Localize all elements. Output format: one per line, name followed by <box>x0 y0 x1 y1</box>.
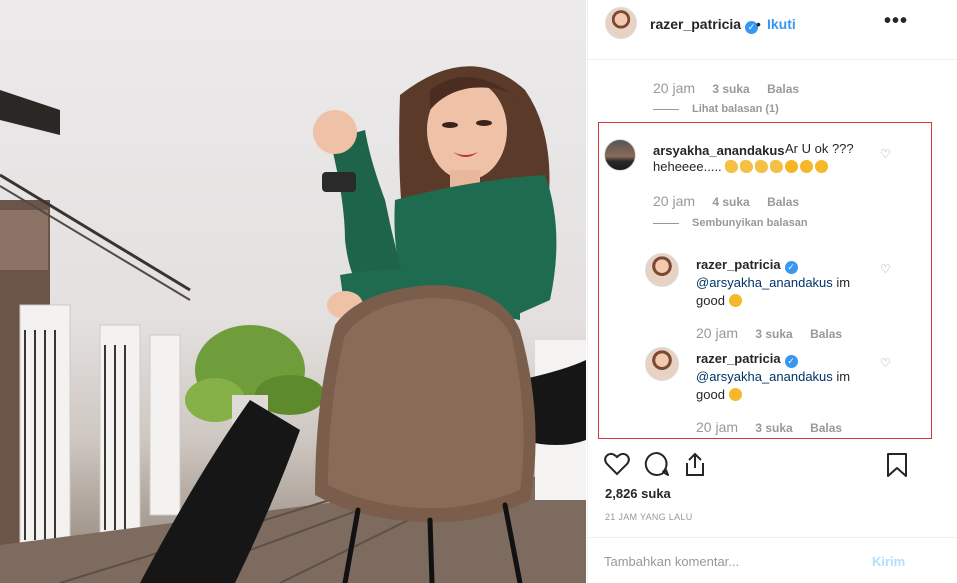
heart-icon[interactable] <box>604 452 630 476</box>
post-timestamp[interactable]: 21 JAM YANG LALU <box>605 512 693 522</box>
send-button[interactable]: Kirim <box>872 554 905 569</box>
like-comment-heart-icon[interactable]: ♡ <box>880 147 891 161</box>
reply-username-text[interactable]: razer_patricia <box>696 257 781 272</box>
verified-icon: ✓ <box>784 261 798 274</box>
main-comment-meta: 20 jam 4 suka Balas <box>653 193 799 209</box>
reply-username[interactable]: razer_patricia ✓ <box>696 257 798 274</box>
likes-count[interactable]: 2,826 suka <box>605 486 671 501</box>
reply-avatar[interactable] <box>645 347 679 381</box>
reply-text-tail: im <box>832 369 851 384</box>
tongue-out-emoji-icon <box>728 294 742 307</box>
reply-button[interactable]: Balas <box>810 327 842 341</box>
follow-button[interactable]: Ikuti <box>767 16 796 32</box>
post-panel: razer_patricia ✓ • Ikuti ••• 20 jam 3 suk… <box>587 0 957 583</box>
reply-text: @arsyakha_anandakus im good <box>696 368 850 404</box>
comment-time[interactable]: 20 jam <box>653 80 695 96</box>
mention-link[interactable]: @arsyakha_anandakus <box>696 369 833 384</box>
hide-replies-label: Sembunyikan balasan <box>692 217 808 229</box>
flexed-bicep-emoji-icon <box>770 160 784 173</box>
reply-time[interactable]: 20 jam <box>696 419 738 435</box>
more-options-icon[interactable]: ••• <box>884 10 908 33</box>
flexed-bicep-emoji-icon <box>740 160 754 173</box>
view-replies-label: Lihat balasan (1) <box>692 103 779 115</box>
reply-button[interactable]: Balas <box>767 82 799 96</box>
comment-input[interactable]: Tambahkan komentar... <box>604 554 739 569</box>
hide-replies-button[interactable]: Sembunyikan balasan <box>653 217 808 229</box>
view-replies-button[interactable]: Lihat balasan (1) <box>653 103 779 115</box>
reply-avatar[interactable] <box>645 253 679 287</box>
savoring-emoji-icon <box>815 160 829 173</box>
winking-tongue-emoji-icon <box>800 160 814 173</box>
author-avatar[interactable] <box>605 7 637 39</box>
like-reply-heart-icon[interactable]: ♡ <box>880 262 891 276</box>
share-icon[interactable] <box>683 451 707 477</box>
like-reply-heart-icon[interactable]: ♡ <box>880 356 891 370</box>
comment-time[interactable]: 20 jam <box>653 193 695 209</box>
bookmark-icon[interactable] <box>886 452 908 478</box>
mention-link[interactable]: @arsyakha_anandakus <box>696 275 833 290</box>
reply-text-line2: good <box>696 387 725 402</box>
comment-icon[interactable] <box>644 451 670 477</box>
comment-text-words: heheeee..... <box>653 159 722 174</box>
reply-text-tail: im <box>832 275 851 290</box>
post-header: razer_patricia ✓ • Ikuti ••• <box>588 0 957 60</box>
reply-time[interactable]: 20 jam <box>696 325 738 341</box>
reply-text-line2: good <box>696 293 725 308</box>
comment-text-line2: heheeee..... <box>653 158 830 176</box>
reply-button[interactable]: Balas <box>767 195 799 209</box>
commenter-avatar[interactable] <box>604 139 636 171</box>
divider-line <box>653 222 679 224</box>
tongue-out-emoji-icon <box>728 388 742 401</box>
comment-likes[interactable]: 3 suka <box>712 82 749 96</box>
reply-meta: 20 jam 3 suka Balas <box>696 419 842 435</box>
divider-line <box>653 108 679 110</box>
reply-likes[interactable]: 3 suka <box>755 327 792 341</box>
commenter-username[interactable]: arsyakha_anandakus <box>653 143 785 158</box>
post-photo[interactable] <box>0 0 586 583</box>
reply-button[interactable]: Balas <box>810 421 842 435</box>
author-username[interactable]: razer_patricia ✓ <box>650 16 759 34</box>
prev-comment-meta: 20 jam 3 suka Balas <box>653 80 799 96</box>
reply-likes[interactable]: 3 suka <box>755 421 792 435</box>
comment-text-line1: Ar U ok ??? <box>785 141 854 156</box>
flexed-bicep-emoji-icon <box>755 160 769 173</box>
verified-icon: ✓ <box>784 355 798 368</box>
reply-username-text[interactable]: razer_patricia <box>696 351 781 366</box>
reply-meta: 20 jam 3 suka Balas <box>696 325 842 341</box>
photo-illustration <box>0 66 586 583</box>
reply-text: @arsyakha_anandakus im good <box>696 274 850 310</box>
separator-dot: • <box>756 16 761 32</box>
grinning-emoji-icon <box>785 160 799 173</box>
author-username-text[interactable]: razer_patricia <box>650 16 741 32</box>
comment-composer: Tambahkan komentar... Kirim <box>588 537 957 583</box>
comment-likes[interactable]: 4 suka <box>712 195 749 209</box>
flexed-bicep-emoji-icon <box>725 160 739 173</box>
reply-username[interactable]: razer_patricia ✓ <box>696 351 798 368</box>
